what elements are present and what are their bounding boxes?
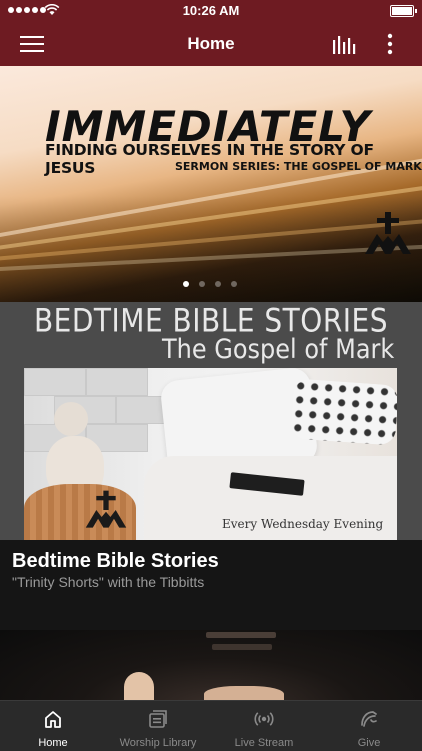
teddy-bear-head (54, 402, 88, 436)
nav-bar: Home (0, 22, 422, 66)
photo-caption: Every Wednesday Evening (222, 517, 384, 531)
page-title: Home (187, 34, 235, 53)
more-options-icon[interactable] (380, 32, 400, 56)
tab-label: Worship Library (119, 737, 197, 749)
banner-subtitle: The Gospel of Mark (162, 333, 395, 365)
carousel-dot[interactable] (231, 281, 237, 287)
home-icon (45, 711, 61, 728)
tab-live-stream[interactable]: Live Stream (211, 701, 317, 751)
give-icon (361, 711, 377, 727)
carousel-indicator[interactable] (183, 281, 237, 287)
preview-hand (204, 686, 284, 700)
carousel-dot[interactable] (215, 281, 221, 287)
card-title: Bedtime Bible Stories (12, 550, 219, 572)
polka-dot-pillow (290, 378, 397, 446)
battery-icon (390, 5, 417, 17)
broadcast-icon (254, 712, 274, 726)
tab-give[interactable]: Give (316, 701, 422, 751)
carousel-dot[interactable] (199, 281, 205, 287)
status-bar: 10:26 AM (0, 0, 422, 22)
hero-carousel[interactable]: IMMEDIATELY FINDING OURSELVES IN THE STO… (0, 66, 422, 302)
preview-light-strip (212, 644, 272, 650)
next-card-preview[interactable] (0, 630, 422, 700)
preview-light-strip (206, 632, 276, 638)
library-icon (149, 710, 167, 728)
tab-home[interactable]: Home (0, 701, 106, 751)
tab-label: Give (357, 737, 381, 749)
card-photo: Every Wednesday Evening (24, 368, 397, 540)
church-logo-icon (85, 490, 127, 528)
audio-bars-icon[interactable] (332, 34, 356, 54)
tab-worship-library[interactable]: Worship Library (105, 701, 211, 751)
carousel-dot[interactable] (183, 281, 189, 287)
church-logo-icon (365, 212, 411, 254)
card-subtitle: "Trinity Shorts" with the Tibbitts (12, 574, 205, 590)
status-time: 10:26 AM (182, 3, 240, 18)
card-info[interactable]: Bedtime Bible Stories "Trinity Shorts" w… (0, 540, 422, 630)
tab-label: Live Stream (234, 737, 294, 749)
preview-hand (124, 672, 154, 700)
hero-series: SERMON SERIES: THE GOSPEL OF MARK (175, 160, 422, 173)
feature-card[interactable]: BEDTIME BIBLE STORIES The Gospel of Mark… (0, 302, 422, 540)
tab-bar: Home Worship Library Live Stream Give (0, 700, 422, 751)
tab-label: Home (38, 737, 68, 749)
